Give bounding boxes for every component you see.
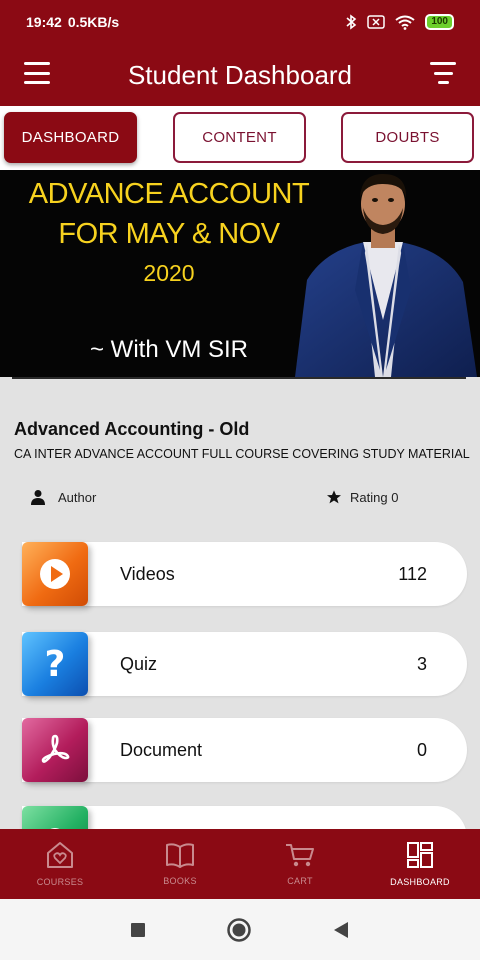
nav-label: DASHBOARD: [390, 877, 450, 887]
bottom-navigation: COURSES BOOKS CART DASHBOARD: [0, 829, 480, 899]
recents-square-icon[interactable]: [130, 922, 146, 938]
tab-dashboard[interactable]: DASHBOARD: [4, 112, 137, 163]
rating-label: Rating 0: [350, 489, 399, 505]
cart-icon: [286, 844, 314, 867]
bluetooth-icon: [346, 14, 357, 30]
wifi-icon: [395, 15, 415, 30]
course-banner[interactable]: ADVANCE ACCOUNT FOR MAY & NOV 2020 ~ Wit…: [0, 170, 480, 377]
course-details: Advanced Accounting - Old CA INTER ADVAN…: [0, 377, 480, 870]
page-title: Student Dashboard: [127, 59, 353, 90]
nav-label: CART: [287, 876, 313, 886]
tab-doubts[interactable]: DOUBTS: [341, 112, 474, 163]
nav-label: COURSES: [36, 877, 84, 887]
nav-dashboard[interactable]: DASHBOARD: [360, 829, 480, 899]
sim-off-icon: [367, 15, 386, 29]
stat-label: Document: [120, 739, 203, 760]
quiz-question-icon: ?: [22, 632, 88, 696]
video-play-icon: [22, 542, 88, 606]
stat-label: Quiz: [120, 653, 158, 674]
stat-value: 112: [398, 563, 427, 584]
stat-row-quiz[interactable]: ? Quiz 3: [22, 632, 467, 696]
menu-icon[interactable]: [24, 62, 50, 84]
system-navigation: [0, 899, 480, 960]
tab-content[interactable]: CONTENT: [173, 112, 306, 163]
nav-courses[interactable]: COURSES: [0, 829, 120, 899]
author-label: Author: [58, 489, 97, 505]
course-title: Advanced Accounting - Old: [14, 419, 250, 439]
stat-row-document[interactable]: Document 0: [22, 718, 467, 782]
filter-icon[interactable]: [430, 62, 456, 84]
back-triangle-icon[interactable]: [332, 921, 350, 939]
tab-bar: DASHBOARD CONTENT DOUBTS: [0, 106, 480, 170]
status-bar: 19:42 0.5KB/s 100: [0, 0, 480, 44]
stat-row-videos[interactable]: Videos 112: [22, 542, 467, 606]
author-info: Author: [30, 489, 96, 505]
status-icons: 100: [345, 14, 454, 30]
course-subtitle: CA INTER ADVANCE ACCOUNT FULL COURSE COV…: [14, 447, 470, 461]
book-icon: [166, 843, 194, 868]
presenter-photo: [295, 174, 477, 377]
stat-value: 0: [416, 739, 427, 760]
network-speed: 0.5KB/s: [67, 14, 120, 30]
divider: [12, 377, 466, 379]
rating-info: Rating 0: [326, 489, 398, 505]
star-icon: [327, 490, 341, 504]
app-bar: Student Dashboard: [0, 44, 480, 106]
svg-text:?: ?: [45, 644, 66, 685]
status-time: 19:42: [26, 14, 62, 30]
nav-books[interactable]: BOOKS: [120, 829, 240, 899]
nav-cart[interactable]: CART: [240, 829, 360, 899]
pdf-document-icon: [22, 718, 88, 782]
stat-label: Videos: [120, 563, 175, 584]
stat-value: 3: [416, 653, 427, 674]
heart-home-icon: [47, 842, 73, 868]
dashboard-icon: [407, 842, 433, 868]
home-circle-icon[interactable]: [226, 917, 252, 943]
battery-indicator: 100: [425, 14, 454, 30]
person-icon: [31, 490, 45, 505]
nav-label: BOOKS: [163, 876, 197, 886]
